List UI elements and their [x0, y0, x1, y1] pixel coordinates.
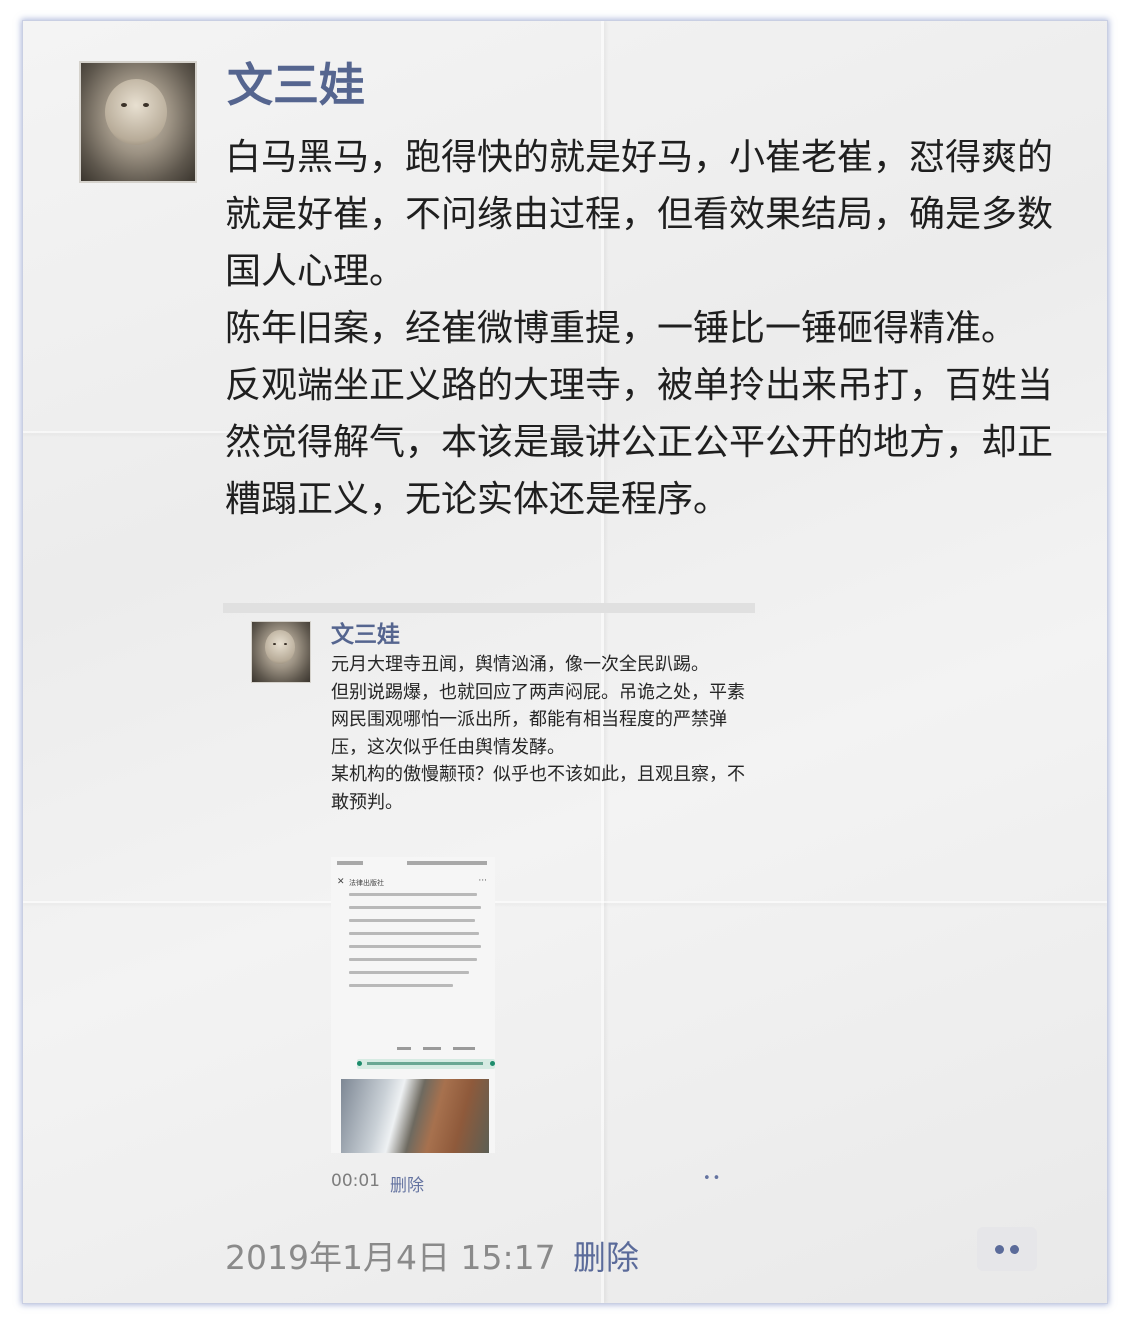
post-timestamp: 2019年1月4日 15:17	[225, 1238, 556, 1277]
quoted-post-divider	[223, 603, 755, 613]
post-body: 白马黑马，跑得快的就是好马，小崔老崔，怼得爽的就是好崔，不问缘由过程，但看效果结…	[225, 129, 1055, 528]
quoted-more-icon: ••	[703, 1171, 723, 1186]
post-paragraph: 白马黑马，跑得快的就是好马，小崔老崔，怼得爽的就是好崔，不问缘由过程，但看效果结…	[225, 137, 1054, 292]
avatar-eye	[284, 643, 287, 645]
more-icon: ···	[478, 876, 487, 886]
avatar-face	[105, 79, 167, 145]
post-paragraph: 陈年旧案，经崔微博重提，一锤比一锤砸得精准。	[225, 308, 1018, 349]
two-dots-icon	[995, 1245, 1004, 1254]
phone-banner	[357, 1059, 495, 1069]
author-name[interactable]: 文三娃	[227, 49, 365, 115]
close-icon: ✕	[337, 877, 345, 887]
quoted-paragraph: 某机构的傲慢颟顸？似乎也不该如此，且观且察，不敢预判。	[331, 764, 745, 813]
quoted-post-time: 00:01	[331, 1171, 380, 1191]
embedded-phone-screenshot: ✕ 法律出版社 ···	[331, 857, 495, 1153]
avatar-eye	[143, 103, 149, 107]
phone-status-bar	[337, 861, 489, 867]
author-avatar[interactable]	[79, 61, 197, 183]
avatar-face	[265, 630, 295, 664]
quoted-paragraph: 但别说踢爆，也就回应了两声闷屁。吊诡之处，平素网民围观哪怕一派出所，都能有相当程…	[331, 681, 745, 758]
quoted-post-body: 元月大理寺丑闻，舆情汹涌，像一次全民趴踢。 但别说踢爆，也就回应了两声闷屁。吊诡…	[331, 651, 751, 816]
avatar-eye	[121, 103, 127, 107]
quoted-delete-link: 删除	[390, 1176, 424, 1196]
avatar-eye	[273, 643, 276, 645]
post-card: 文三娃 白马黑马，跑得快的就是好马，小崔老崔，怼得爽的就是好崔，不问缘由过程，但…	[22, 20, 1108, 1304]
phone-photo	[341, 1079, 489, 1153]
quoted-paragraph: 元月大理寺丑闻，舆情汹涌，像一次全民趴踢。	[331, 654, 709, 675]
quoted-author-name: 文三娃	[331, 622, 400, 648]
paper-crease	[23, 901, 1107, 903]
delete-button[interactable]: 删除	[573, 1231, 639, 1279]
phone-article-text	[349, 893, 481, 997]
phone-nav-title: 法律出版社	[349, 879, 384, 887]
phone-nav-bar: ✕ 法律出版社 ···	[337, 876, 489, 889]
phone-article-meta	[331, 1047, 495, 1053]
quoted-author-avatar	[251, 621, 311, 683]
two-dots-icon	[1010, 1245, 1019, 1254]
comment-button[interactable]	[977, 1227, 1037, 1271]
post-paragraph: 反观端坐正义路的大理寺，被单拎出来吊打，百姓当然觉得解气，本该是最讲公正公平公开…	[225, 365, 1054, 520]
